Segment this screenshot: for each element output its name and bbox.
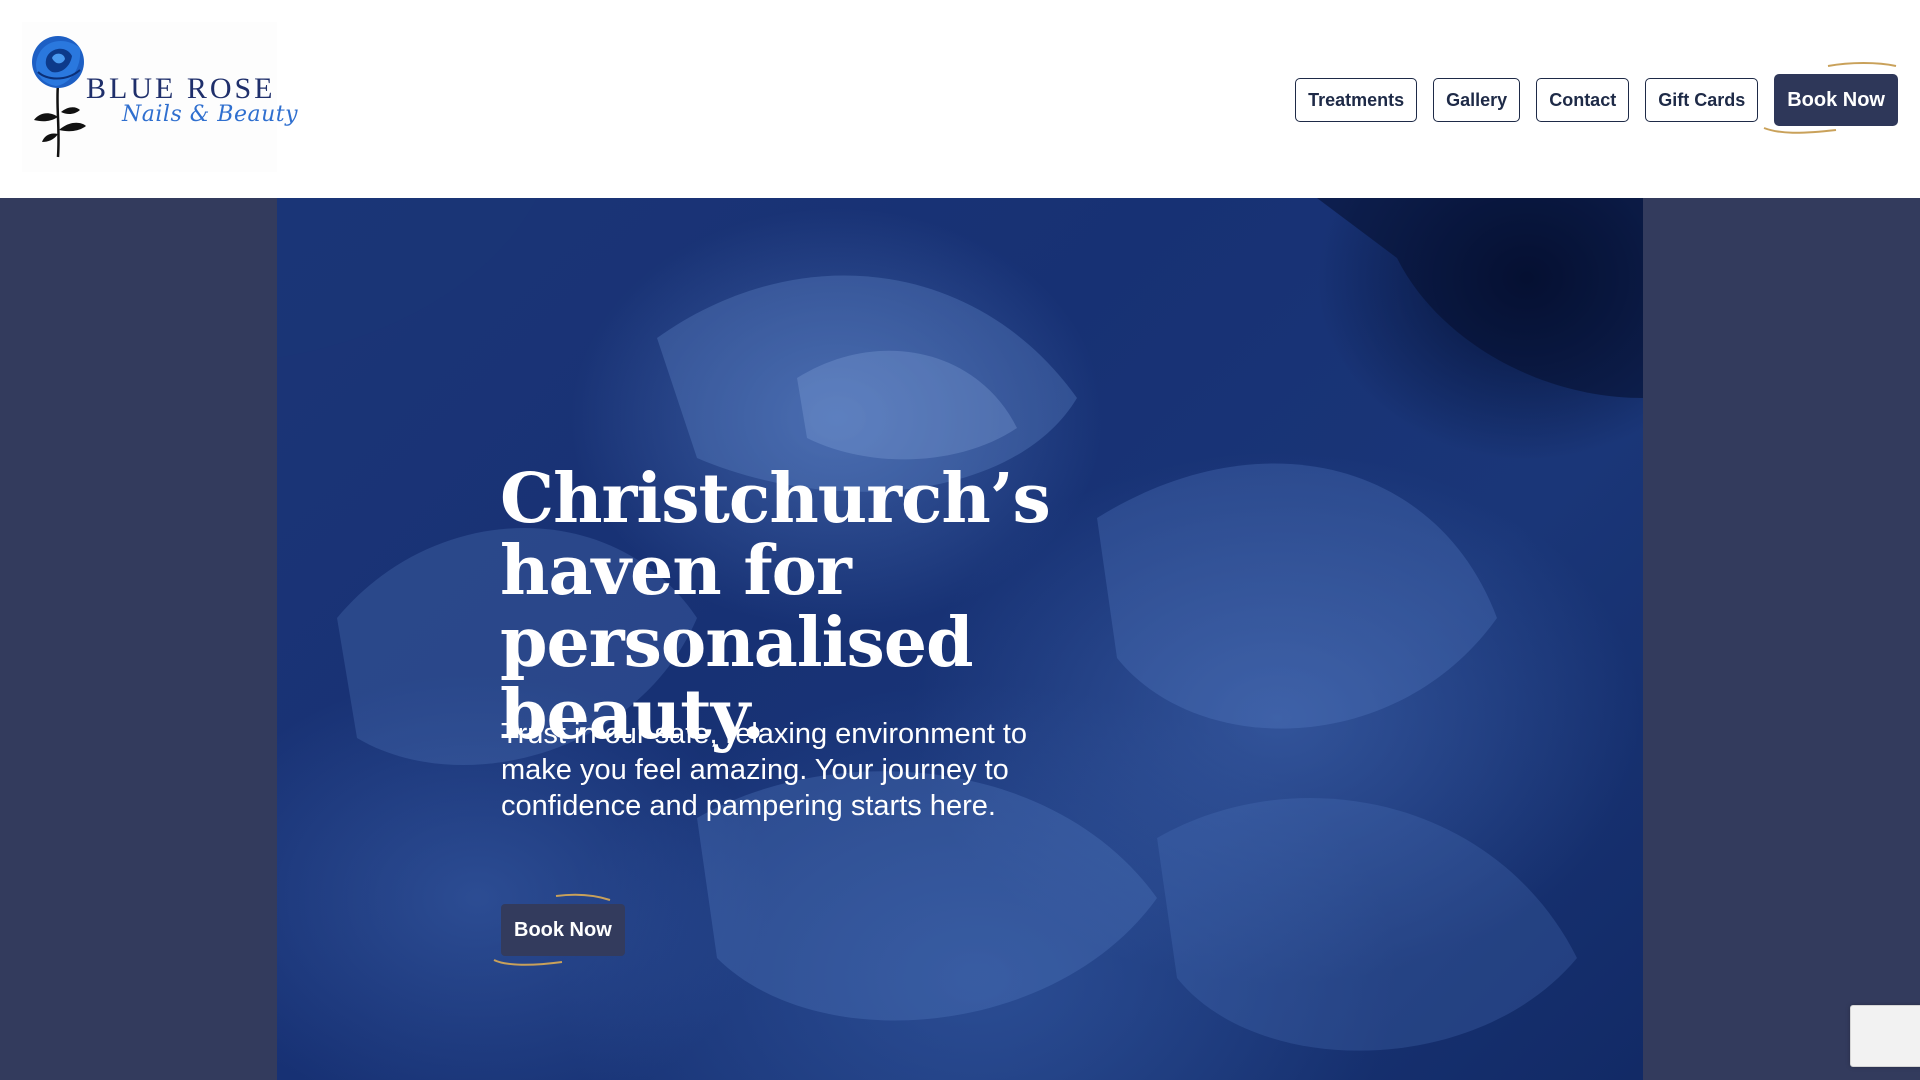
hero-section: Christchurch’s haven for personalised be… (277, 198, 1643, 1080)
main-nav: Treatments Gallery Contact Gift Cards Bo… (1295, 74, 1898, 126)
hero-book-now-button[interactable]: Book Now (501, 904, 625, 956)
site-logo[interactable]: BLUE ROSE Nails & Beauty (22, 22, 298, 172)
nav-gift-cards[interactable]: Gift Cards (1645, 78, 1759, 122)
hero-description: Trust in our safe, relaxing environment … (501, 718, 1028, 822)
hero-title: Christchurch’s haven for personalised be… (500, 459, 1051, 755)
logo-title: BLUE ROSE (86, 72, 276, 105)
recaptcha-badge[interactable] (1850, 1005, 1920, 1067)
nav-contact[interactable]: Contact (1536, 78, 1630, 122)
nav-gallery[interactable]: Gallery (1433, 78, 1521, 122)
logo-tagline: Nails & Beauty (122, 102, 299, 127)
site-header: BLUE ROSE Nails & Beauty Treatments Gall… (0, 0, 1920, 198)
header-book-now-button[interactable]: Book Now (1774, 74, 1898, 126)
nav-treatments[interactable]: Treatments (1295, 78, 1418, 122)
